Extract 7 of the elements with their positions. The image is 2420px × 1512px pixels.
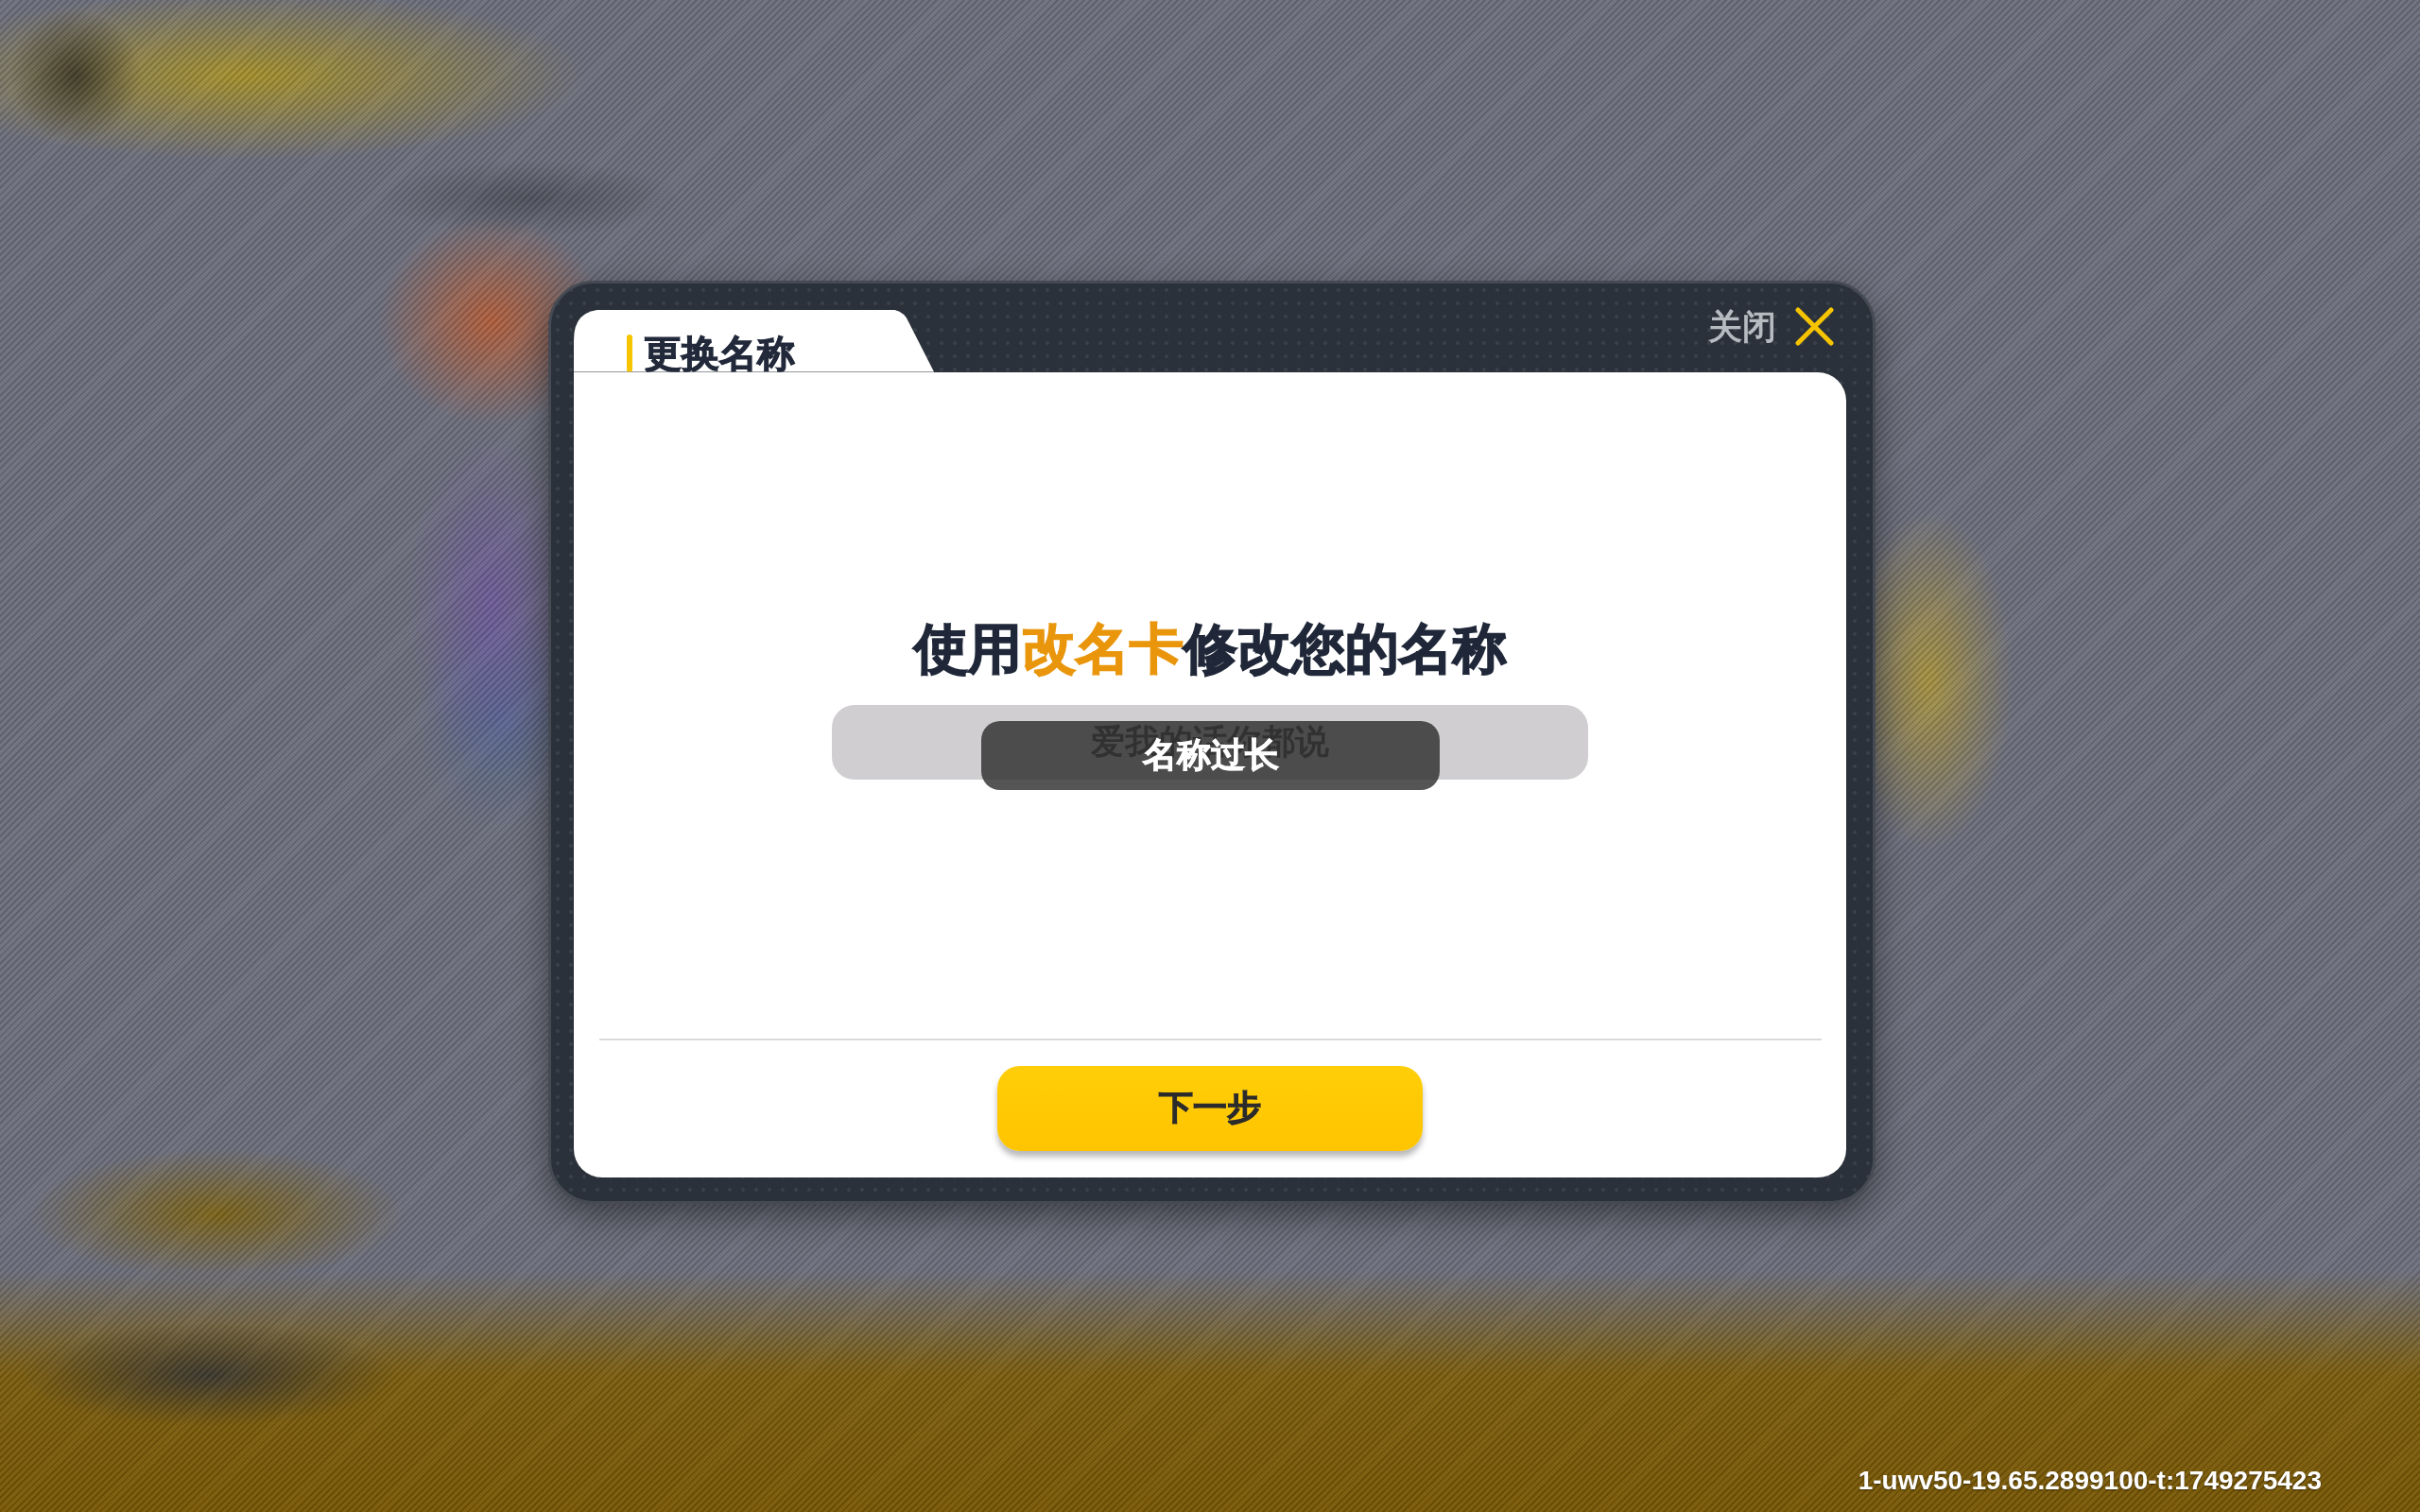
close-button[interactable]: 关闭 [1708, 305, 1834, 348]
instruction-heading: 使用改名卡修改您的名称 [913, 616, 1507, 680]
close-icon [1795, 307, 1834, 346]
next-step-button[interactable]: 下一步 [997, 1065, 1423, 1151]
build-info-text: 1-uwv50-19.65.2899100-t:1749275423 [1858, 1465, 2322, 1497]
dialog-title: 更换名称 [644, 330, 795, 376]
vertical-bar-icon [627, 334, 632, 372]
